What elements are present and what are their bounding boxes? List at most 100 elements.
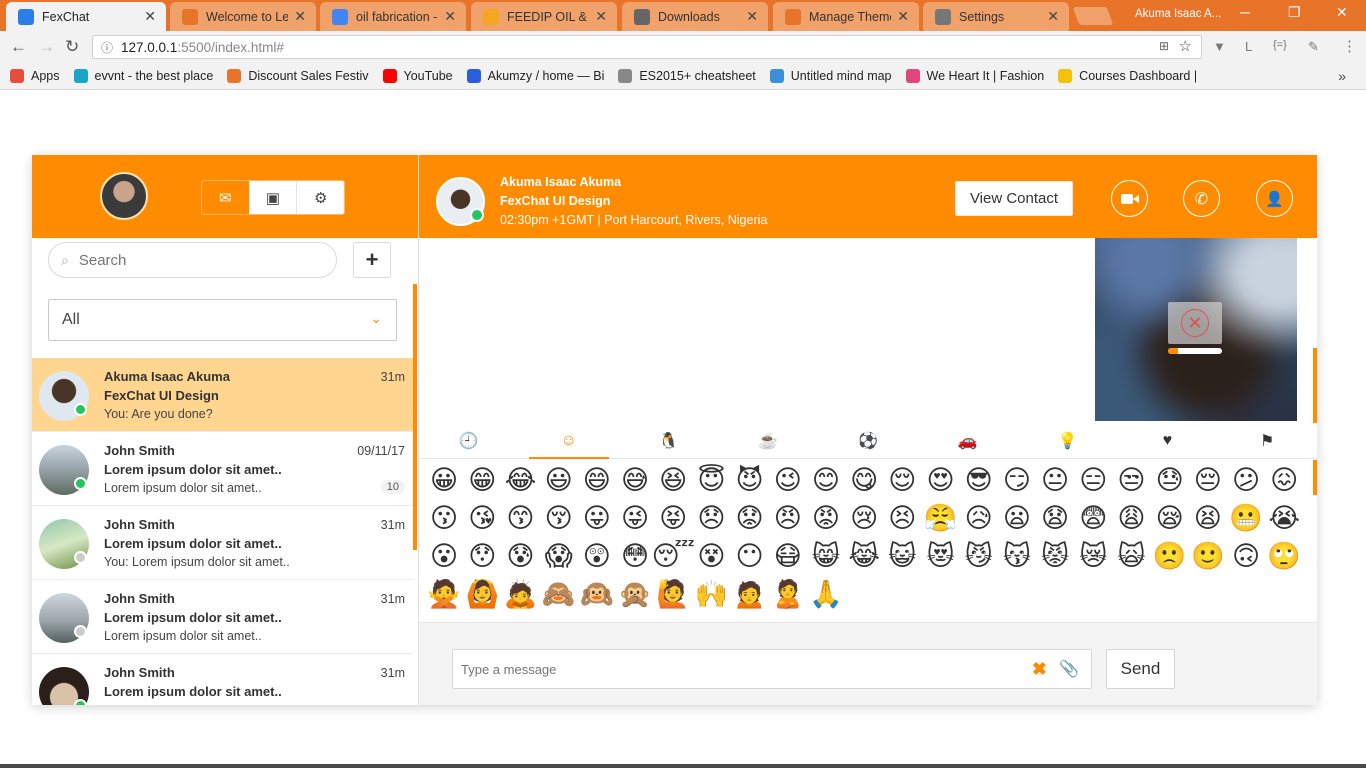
close-tab-icon[interactable]: ✕ [444,8,456,25]
bookmark-item[interactable]: ES2015+ cheatsheet [618,69,756,83]
heart-icon[interactable]: ♥ [1117,423,1217,458]
car-icon[interactable]: 🚗 [918,423,1018,458]
add-chat-button[interactable]: + [353,242,391,278]
emoji-item[interactable]: 😖 [1265,461,1303,499]
emoji-item[interactable]: 😐 [1036,461,1074,499]
browser-tab[interactable]: oil fabrication - G ✕ [320,2,466,31]
emoji-item[interactable]: 🙋 [654,575,692,613]
emoji-item[interactable]: 😌 [883,461,921,499]
settings-icon[interactable]: ⚙ [297,181,344,214]
extension-dropper-icon[interactable]: ✎ [1308,39,1319,55]
emoji-item[interactable]: 😽 [998,537,1036,575]
emoji-item[interactable]: 🙁 [1151,537,1189,575]
message-input[interactable] [461,661,1001,677]
emoji-item[interactable]: 😺 [883,537,921,575]
emoji-item[interactable]: 😕 [1227,461,1265,499]
view-contact-button[interactable]: View Contact [955,181,1073,216]
emoji-item[interactable]: 😪 [1151,499,1189,537]
emoji-item[interactable]: 😇 [692,461,730,499]
extension-v-icon[interactable]: ▼ [1213,39,1226,54]
emoji-item[interactable]: 😳 [616,537,654,575]
emoji-item[interactable]: 😯 [463,537,501,575]
close-tab-icon[interactable]: ✕ [595,8,607,25]
emoji-item[interactable]: 😍 [921,461,959,499]
search-input[interactable] [78,251,299,269]
emoji-item[interactable]: 😙 [501,499,539,537]
emoji-item[interactable]: 😎 [960,461,998,499]
emoji-item[interactable]: 😔 [1189,461,1227,499]
emoji-item[interactable]: 😤 [921,499,959,537]
new-tab-button[interactable] [1072,7,1114,25]
bookmark-item[interactable]: Untitled mind map [769,69,892,83]
bookmark-item[interactable]: Courses Dashboard | [1058,69,1197,83]
extension-json-icon[interactable]: {=} [1273,39,1287,51]
bookmark-item[interactable]: We Heart It | Fashion [905,69,1044,83]
emoji-item[interactable]: 😲 [578,537,616,575]
emoji-item[interactable]: 🙊 [616,575,654,613]
flag-icon[interactable]: ⚑ [1217,423,1317,458]
emoji-item[interactable]: 😫 [1189,499,1227,537]
emoji-item[interactable]: 😛 [578,499,616,537]
back-icon[interactable]: ← [10,37,27,57]
emoji-item[interactable]: 🙌 [692,575,730,613]
emoji-item[interactable]: 😉 [769,461,807,499]
emoji-item[interactable]: 😆 [654,461,692,499]
emoji-item[interactable]: 😅 [616,461,654,499]
emoji-item[interactable]: 🙉 [578,575,616,613]
emoji-item[interactable]: 😗 [425,499,463,537]
emoji-item[interactable]: 😄 [578,461,616,499]
emoji-item[interactable]: 🙇 [501,575,539,613]
minimize-icon[interactable]: ─ [1240,4,1250,20]
close-tab-icon[interactable]: ✕ [746,8,758,25]
emoji-item[interactable]: 🙃 [1227,537,1265,575]
animal-icon[interactable]: 🐧 [619,423,719,458]
emoji-item[interactable]: 😱 [540,537,578,575]
maximize-icon[interactable]: ❐ [1288,4,1301,21]
emoji-item[interactable]: 😹 [845,537,883,575]
emoji-item[interactable]: 😠 [769,499,807,537]
emoji-item[interactable]: 😋 [845,461,883,499]
reload-icon[interactable]: ↻ [65,37,79,57]
bookmark-item[interactable]: Akumzy / home — Bi [466,69,604,83]
filter-select[interactable]: All ⌄ [48,299,397,341]
info-icon[interactable]: ⓘ [101,39,113,56]
emoji-item[interactable]: 😟 [731,499,769,537]
message-box[interactable]: ✖ 📎 [452,649,1092,689]
emoji-item[interactable]: 😝 [654,499,692,537]
browser-tab[interactable]: Downloads ✕ [622,2,768,31]
emoji-item[interactable]: 😾 [1036,537,1074,575]
close-tab-icon[interactable]: ✕ [294,8,306,25]
messages-scrollbar[interactable] [1313,348,1317,423]
phone-call-icon[interactable]: ✆ [1183,180,1220,217]
ball-icon[interactable]: ⚽ [818,423,918,458]
emoji-item[interactable]: 😧 [1036,499,1074,537]
bulb-icon[interactable]: 💡 [1018,423,1118,458]
emoji-item[interactable]: 😒 [1112,461,1150,499]
browser-tab[interactable]: Welcome to Lee ✕ [170,2,316,31]
emoji-item[interactable]: 😓 [1151,461,1189,499]
emoji-item[interactable]: 😀 [425,461,463,499]
emoji-item[interactable]: 😘 [463,499,501,537]
emoji-item[interactable]: 🙎 [769,575,807,613]
smiley-icon[interactable]: ☺ [519,423,619,459]
clock-icon[interactable]: 🕘 [419,423,519,458]
emoji-item[interactable]: 😚 [540,499,578,537]
messages-icon[interactable]: ✉ [202,181,250,214]
browser-tab[interactable]: FEEDIP OIL & GA ✕ [471,2,617,31]
close-tab-icon[interactable]: ✕ [144,8,156,25]
emoji-item[interactable]: 😭 [1265,499,1303,537]
conversation-item[interactable]: Akuma Isaac Akuma FexChat UI Design You: A… [32,358,413,432]
end-video-button[interactable]: ✕ [1168,302,1222,344]
emoji-item[interactable]: 😡 [807,499,845,537]
emoji-item[interactable]: 🙆 [463,575,501,613]
contacts-icon[interactable]: ▣ [250,181,298,214]
add-user-icon[interactable]: 👤 [1256,180,1293,217]
emoji-item[interactable]: 😑 [1074,461,1112,499]
emoji-item[interactable]: 😮 [425,537,463,575]
emoji-item[interactable]: 😣 [883,499,921,537]
video-call-icon[interactable] [1111,180,1148,217]
emoji-item[interactable]: 😨 [1074,499,1112,537]
attachment-icon[interactable]: 📎 [1059,659,1079,679]
browser-tab[interactable]: Manage Themes ✕ [773,2,919,31]
emoji-item[interactable]: 😵 [692,537,730,575]
